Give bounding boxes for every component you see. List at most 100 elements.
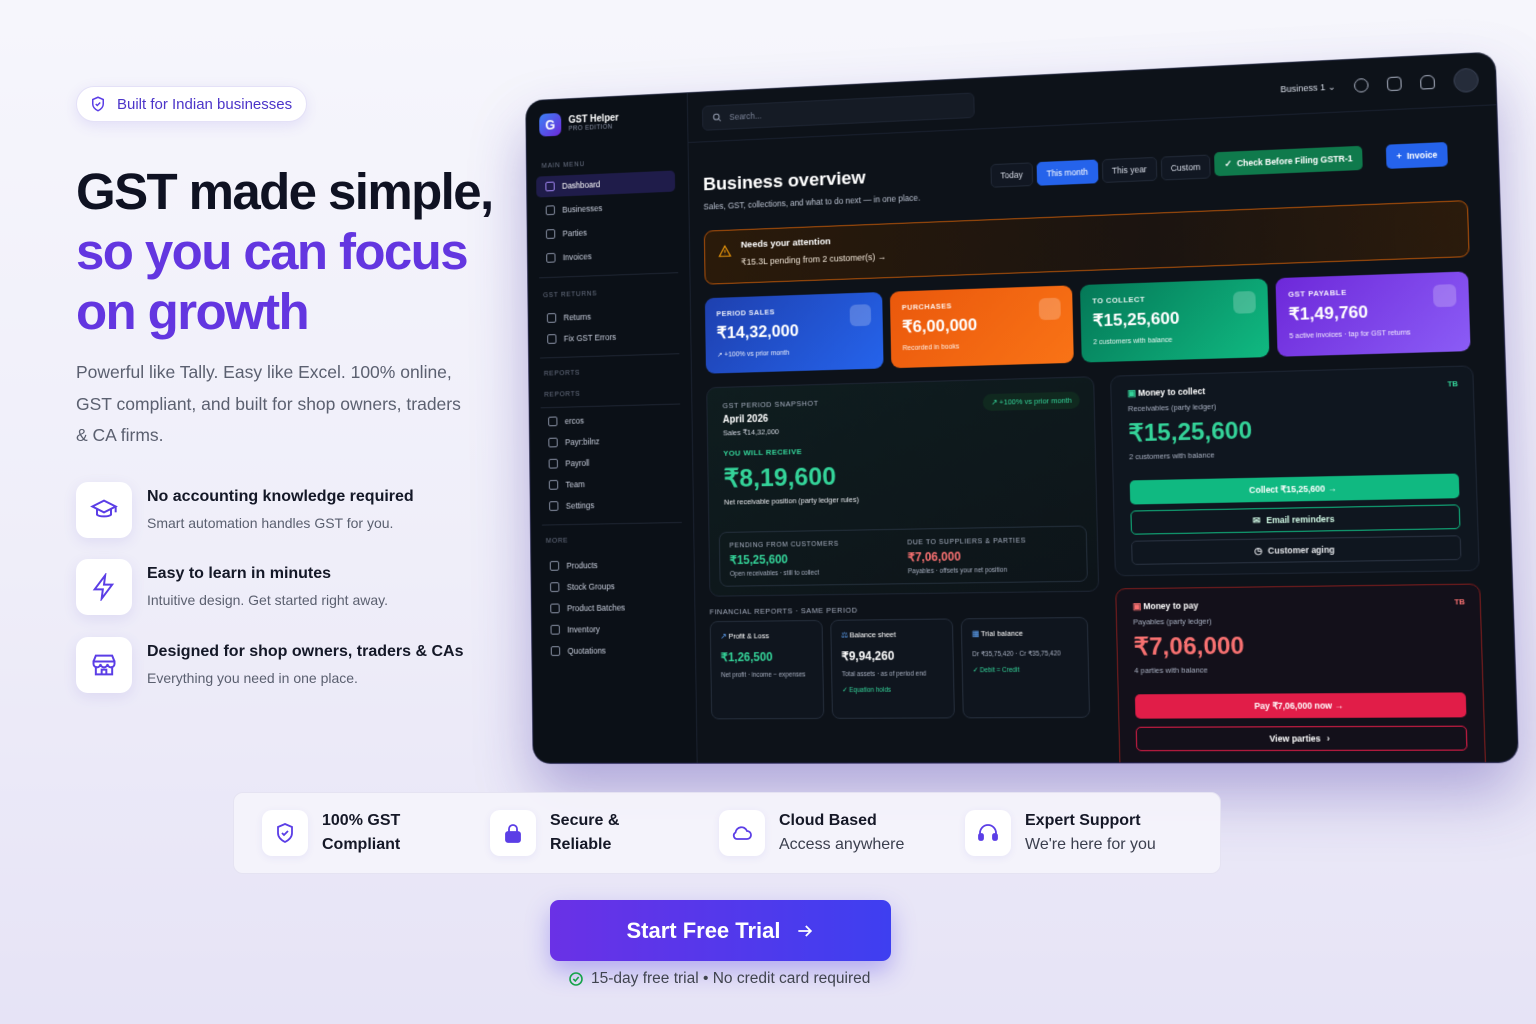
sidebar-item-stock-groups[interactable]: Stock Groups [541, 575, 681, 598]
money-to-pay-card: ▣ Money to pay TB Payables (party ledger… [1115, 583, 1487, 763]
divider [540, 353, 680, 359]
trust-item: Cloud Based Access anywhere [719, 809, 904, 857]
balance-split: PENDING FROM CUSTOMERS ₹15,25,600 Open r… [718, 525, 1088, 587]
users-icon [545, 229, 556, 239]
check-icon: ✓ [972, 667, 979, 675]
customer-aging-button[interactable]: ◷ Customer aging [1131, 535, 1462, 565]
trial-balance-card[interactable]: ▦ Trial balance Dr ₹35,75,420 · Cr ₹35,7… [960, 616, 1091, 719]
sidebar-item-dashboard[interactable]: Dashboard [536, 170, 676, 198]
clipboard-icon[interactable] [1386, 76, 1402, 92]
hero-title-line1: GST made simple, [76, 163, 494, 220]
start-free-trial-button[interactable]: Start Free Trial [550, 900, 891, 961]
feature-title: No accounting knowledge required [147, 488, 414, 505]
feature-subtitle: Smart automation handles GST for you. [147, 515, 394, 531]
shield-icon [92, 96, 104, 112]
section-reports[interactable]: REPORTS [544, 391, 580, 399]
page-subtitle: Sales, GST, collections, and what to do … [703, 192, 921, 212]
sidebar-item-team[interactable]: Team [540, 471, 680, 495]
sidebar-item-invoices[interactable]: Invoices [537, 242, 676, 268]
period-this-year[interactable]: This year [1101, 156, 1158, 184]
trend-icon: ↗ [720, 631, 727, 641]
period-this-month[interactable]: This month [1036, 159, 1099, 186]
feature-item: No accounting knowledge required Smart a… [76, 482, 414, 538]
sidebar-item-parties[interactable]: Parties [537, 218, 676, 245]
edit-icon [550, 646, 561, 656]
receive-value: ₹8,19,600 [723, 461, 837, 493]
wallet-icon [1232, 290, 1256, 314]
lock-icon [490, 810, 536, 856]
sidebar-item-quotations[interactable]: Quotations [541, 639, 681, 662]
kpi-purchases[interactable]: PURCHASES ₹6,00,000 Recorded in books [889, 285, 1074, 369]
gst-snapshot-card: GST PERIOD SNAPSHOT April 2026 Sales ₹14… [706, 376, 1100, 597]
top-bar [687, 52, 1497, 143]
check-before-filing-button[interactable]: ✓ Check Before Filing GSTR-1 [1214, 145, 1364, 177]
page-title: Business overview [703, 167, 866, 196]
section-main-menu: MAIN MENU [541, 161, 586, 170]
balance-sheet-card[interactable]: ⚖ Balance sheet ₹9,94,260 Total assets ·… [830, 618, 955, 719]
avatar[interactable] [1453, 67, 1480, 94]
sidebar-item-products[interactable]: Products [540, 553, 680, 577]
mail-icon: ✉ [1252, 514, 1261, 526]
sidebar: G GST Helper PRO EDITION MAIN MENU Dashb… [526, 93, 698, 763]
period-selector: Today This month This year Custom [990, 154, 1211, 188]
headset-icon [965, 810, 1011, 856]
badge-label: Built for Indian businesses [117, 95, 293, 113]
lightning-icon [76, 559, 132, 615]
trust-bar: 100% GST Compliant Secure & Reliable Cloud… [233, 792, 1221, 874]
brand-edition: PRO EDITION [568, 123, 613, 133]
trust-item: 100% GST Compliant [262, 809, 400, 857]
wallet-icon: ▣ [1132, 601, 1141, 612]
view-parties-button[interactable]: View parties › [1135, 725, 1468, 752]
profit-loss-card[interactable]: ↗ Profit & Loss ₹1,26,500 Net profit · i… [709, 619, 825, 720]
divider [539, 272, 679, 279]
attention-alert[interactable]: Needs your attention ₹15.3L pending from… [703, 200, 1470, 285]
brand-logo[interactable]: G GST Helper PRO EDITION [539, 110, 619, 137]
check-circle-icon: ✓ [1224, 158, 1232, 169]
search-placeholder: Search... [729, 110, 762, 122]
scale-icon: ⚖ [841, 630, 848, 640]
store-icon [76, 637, 132, 693]
sidebar-item-settings[interactable]: Settings [540, 493, 680, 517]
check-circle-icon [569, 972, 583, 986]
section-gst-returns: GST RETURNS [543, 290, 598, 300]
check-icon: ✓ [842, 687, 848, 695]
plus-icon: + [1396, 151, 1402, 162]
feature-title: Designed for shop owners, traders & CAs [147, 643, 464, 660]
collect-button[interactable]: Collect ₹15,25,600 → [1129, 473, 1460, 505]
new-invoice-button[interactable]: + Invoice [1385, 141, 1449, 169]
money-to-collect-card: ▣ Money to collect TB Receivables (party… [1110, 365, 1480, 577]
feature-subtitle: Intuitive design. Get started right away… [147, 592, 388, 608]
sun-icon[interactable] [1353, 78, 1369, 93]
wallet-icon [548, 458, 558, 469]
bell-icon[interactable] [1420, 74, 1436, 90]
search-icon [712, 113, 722, 123]
kpi-to-collect[interactable]: TO COLLECT ₹15,25,600 2 customers with bal… [1079, 278, 1270, 363]
divider [541, 521, 682, 526]
period-custom[interactable]: Custom [1160, 154, 1211, 181]
pay-now-button[interactable]: Pay ₹7,06,000 now → [1134, 692, 1467, 719]
box-icon [549, 560, 560, 571]
sidebar-item-product-batches[interactable]: Product Batches [541, 596, 681, 619]
link-icon [546, 313, 557, 323]
period-today[interactable]: Today [990, 162, 1033, 188]
app-window: G GST Helper PRO EDITION MAIN MENU Dashb… [526, 52, 1518, 763]
section-more[interactable]: MORE [546, 538, 568, 545]
growth-badge: ↗ +100% vs prior month [983, 391, 1080, 412]
sidebar-item-businesses[interactable]: Businesses [536, 194, 675, 221]
built-for-badge: Built for Indian businesses [76, 86, 308, 122]
kpi-gst-payable[interactable]: GST PAYABLE ₹1,49,760 5 active invoices · … [1275, 271, 1471, 357]
sidebar-item-fix-gst-errors[interactable]: Fix GST Errors [538, 324, 677, 350]
chevron-right-icon: › [1326, 733, 1330, 744]
section-reports[interactable]: REPORTS [544, 370, 580, 378]
email-reminders-button[interactable]: ✉ Email reminders [1130, 504, 1461, 535]
user-icon [548, 479, 559, 490]
trust-item: Secure & Reliable [490, 809, 619, 857]
business-selector[interactable]: Business 1 ⌄ [1280, 81, 1336, 95]
code-icon [548, 416, 558, 427]
financial-reports: FINANCIAL REPORTS · SAME PERIOD ↗ Profit… [710, 603, 1103, 735]
logo-icon: G [539, 112, 562, 137]
kpi-period-sales[interactable]: PERIOD SALES ₹14,32,000 ↗ +100% vs prior m… [704, 292, 884, 374]
sidebar-item-inventory[interactable]: Inventory [541, 618, 681, 641]
feature-title: Easy to learn in minutes [147, 565, 332, 582]
hero-title-line3: on growth [76, 283, 310, 340]
